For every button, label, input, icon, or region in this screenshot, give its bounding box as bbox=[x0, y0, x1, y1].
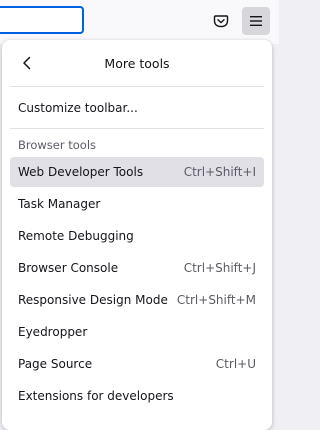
panel-title: More tools bbox=[104, 56, 170, 71]
more-tools-panel: More tools Customize toolbar... Browser … bbox=[2, 40, 272, 430]
menu-item-browser-console[interactable]: Browser Console Ctrl+Shift+J bbox=[10, 253, 264, 283]
menu-item-web-developer-tools[interactable]: Web Developer Tools Ctrl+Shift+I bbox=[10, 157, 264, 187]
customize-toolbar-item[interactable]: Customize toolbar... bbox=[10, 93, 264, 123]
pocket-icon bbox=[213, 15, 229, 28]
menu-item-label: Remote Debugging bbox=[18, 229, 134, 243]
url-bar[interactable] bbox=[0, 6, 84, 34]
app-menu-button[interactable] bbox=[242, 7, 270, 35]
menu-item-label: Web Developer Tools bbox=[18, 165, 144, 179]
menu-item-responsive-design-mode[interactable]: Responsive Design Mode Ctrl+Shift+M bbox=[10, 285, 264, 315]
menu-item-shortcut: Ctrl+Shift+J bbox=[183, 261, 256, 275]
menu-item-page-source[interactable]: Page Source Ctrl+U bbox=[10, 349, 264, 379]
menu-item-eyedropper[interactable]: Eyedropper bbox=[10, 317, 264, 347]
menu-item-task-manager[interactable]: Task Manager bbox=[10, 189, 264, 219]
menu-item-label: Responsive Design Mode bbox=[18, 293, 168, 307]
menu-item-remote-debugging[interactable]: Remote Debugging bbox=[10, 221, 264, 251]
header-separator bbox=[10, 86, 264, 87]
menu-item-shortcut: Ctrl+Shift+I bbox=[183, 165, 256, 179]
customize-toolbar-label: Customize toolbar... bbox=[18, 101, 138, 115]
menu-item-shortcut: Ctrl+Shift+M bbox=[176, 293, 256, 307]
menu-item-label: Eyedropper bbox=[18, 325, 88, 339]
menu-item-label: Extensions for developers bbox=[18, 389, 174, 403]
section-label-browser-tools: Browser tools bbox=[18, 138, 97, 152]
hamburger-menu-icon bbox=[250, 16, 262, 26]
menu-item-extensions-for-developers[interactable]: Extensions for developers bbox=[10, 381, 264, 411]
menu-item-label: Task Manager bbox=[18, 197, 101, 211]
browser-toolbar bbox=[0, 0, 279, 44]
section-separator bbox=[10, 128, 264, 129]
menu-item-label: Browser Console bbox=[18, 261, 119, 275]
panel-header: More tools bbox=[2, 40, 272, 86]
pocket-button[interactable] bbox=[207, 7, 235, 35]
menu-item-shortcut: Ctrl+U bbox=[215, 357, 256, 371]
menu-item-label: Page Source bbox=[18, 357, 93, 371]
